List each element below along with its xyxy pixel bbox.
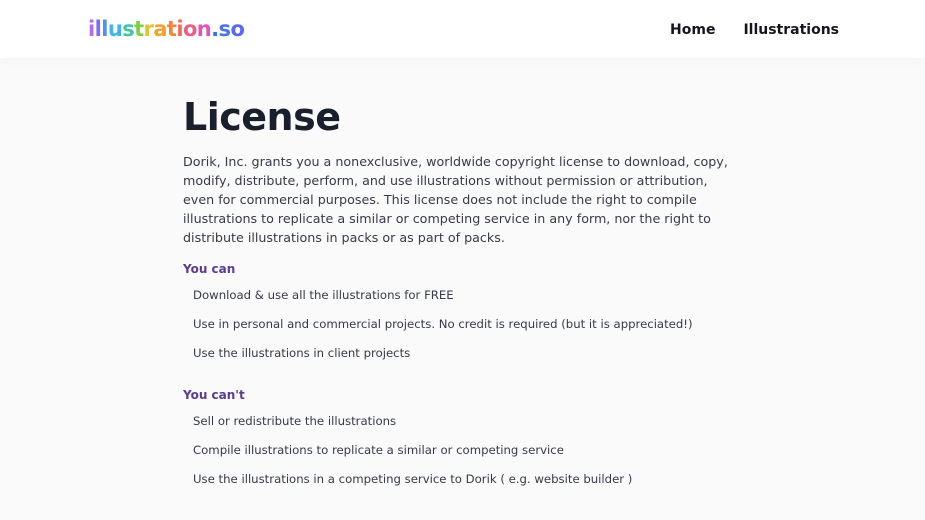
list-item: Use the illustrations in a competing ser… [193,472,633,486]
list-item: Compile illustrations to replicate a sim… [193,443,564,457]
logo-letter: i [176,17,183,41]
nav-link-home[interactable]: Home [670,20,715,40]
main-nav: Home Illustrations [670,20,839,40]
license-intro-paragraph: Dorik, Inc. grants you a nonexclusive, w… [183,154,728,245]
logo-letter: n [196,17,212,41]
list-item: Use the illustrations in client projects [193,346,411,360]
site-logo[interactable]: illustration.so [88,15,245,43]
top-navbar: illustration.so Home Illustrations [0,0,925,58]
logo-letter: s [122,17,135,41]
page-title: License [183,95,341,139]
nav-link-illustrations[interactable]: Illustrations [743,20,839,40]
you-cant-list: Sell or redistribute the illustrations C… [183,407,743,494]
you-cant-heading: You can't [183,388,245,402]
you-can-heading: You can [183,262,236,276]
license-content: License Dorik, Inc. grants you a nonexcl… [183,92,743,494]
logo-letter: i [88,17,95,41]
logo-letter: s [218,17,232,41]
logo-letter: u [107,17,123,41]
logo-letter: t [166,17,177,41]
logo-letter: . [211,17,219,41]
list-item: Use in personal and commercial projects.… [193,317,693,331]
logo-letter: r [143,17,154,41]
logo-letter: a [153,17,167,41]
list-item: Download & use all the illustrations for… [193,288,454,302]
logo-letter: t [134,17,144,41]
logo-letter: o [182,17,197,41]
logo-letter: o [230,17,245,41]
logo-letter: l [101,17,108,41]
you-can-list: Download & use all the illustrations for… [183,281,743,368]
list-item: Sell or redistribute the illustrations [193,414,397,428]
